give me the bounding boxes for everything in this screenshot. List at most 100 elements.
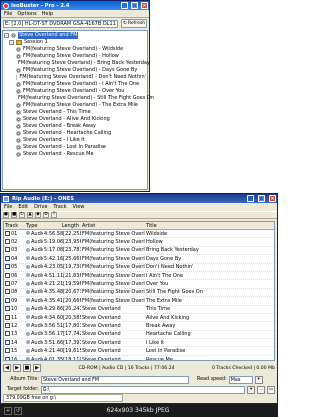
- track-checkbox[interactable]: [5, 247, 10, 253]
- table-row[interactable]: 10 Audio4:29.66[20,241]Steve Overland This…: [4, 306, 274, 314]
- menu-drive[interactable]: Drive: [34, 204, 47, 210]
- eject-icon[interactable]: ▲: [27, 212, 33, 218]
- help-icon[interactable]: ?: [51, 212, 57, 218]
- rip-titlebar[interactable]: Rip Audio (E:) - ONES _ □ ×: [1, 194, 277, 203]
- table-row[interactable]: 01 Audio4:56.58[22,258]FM(featuring Steve…: [4, 230, 274, 239]
- table-row[interactable]: 08 Audio4:35.48[20,673]FM(featuring Steve…: [4, 289, 274, 298]
- track-checkbox[interactable]: [5, 289, 10, 295]
- track-checkbox[interactable]: [5, 306, 10, 312]
- col-length[interactable]: Length: [43, 223, 81, 229]
- tree-track-node[interactable]: FM(featuring Steve Overland) - Don't Nee…: [4, 74, 146, 81]
- cddb-icon[interactable]: ◆: [35, 212, 41, 218]
- col-title[interactable]: Title: [145, 223, 207, 229]
- col-type[interactable]: Type: [25, 223, 43, 229]
- menu-options[interactable]: Options: [17, 11, 36, 17]
- minimize-button[interactable]: _: [247, 195, 254, 202]
- refresh-button[interactable]: ↻ Refresh: [121, 19, 147, 28]
- table-row[interactable]: 06 Audio4:51.11[21,836]FM(featuring Steve…: [4, 272, 274, 281]
- table-row[interactable]: 02 Audio5:19.06[23,956]FM(featuring Steve…: [4, 238, 274, 247]
- track-checkbox[interactable]: [5, 356, 10, 360]
- chevron-down-icon[interactable]: ▾: [254, 375, 263, 384]
- tree-node-session[interactable]: - Session 1: [4, 39, 146, 46]
- track-checkbox[interactable]: [5, 314, 10, 320]
- tree-track-node[interactable]: FM(featuring Steve Overland) - Wildside: [4, 46, 146, 53]
- menu-view[interactable]: View: [73, 204, 85, 210]
- isobuster-window: IsoBuster - Pro - 2.4 _ □ × File Options…: [0, 0, 154, 192]
- menu-help[interactable]: Help: [42, 11, 53, 17]
- maximize-button[interactable]: □: [131, 2, 138, 9]
- cell-title: Heartache Calling: [146, 331, 191, 338]
- tree-track-node[interactable]: Steve Overland - I Like It: [4, 137, 146, 144]
- track-checkbox[interactable]: [5, 339, 10, 345]
- zoom-icon[interactable]: +: [4, 406, 12, 415]
- table-row[interactable]: 15 Audio4:21.40[19,615]Steve Overland Lost…: [4, 347, 274, 356]
- close-button[interactable]: ×: [269, 195, 276, 202]
- track-checkbox[interactable]: [5, 255, 10, 261]
- close-button[interactable]: ×: [141, 2, 148, 9]
- track-checkbox[interactable]: [5, 297, 10, 303]
- tree-track-node[interactable]: Steve Overland - Heartache Calling: [4, 130, 146, 137]
- tree-track-node[interactable]: FM(featuring Steve Overland) - Still The…: [4, 95, 154, 102]
- tree-track-node[interactable]: FM(featuring Steve Overland) - Days Gone…: [4, 67, 146, 74]
- rotate-icon[interactable]: ↺: [14, 406, 22, 415]
- tree-track-node[interactable]: FM(featuring Steve Overland) - I Ain't T…: [4, 81, 146, 88]
- col-artist[interactable]: Artist: [81, 223, 145, 229]
- play-icon[interactable]: ▶: [13, 364, 21, 372]
- table-row[interactable]: 04 Audio5:42.16[25,666]FM(featuring Steve…: [4, 255, 274, 264]
- cell-title: Bring Back Yesterday: [146, 247, 199, 254]
- drive-select[interactable]: E: [2,0] HL-DT-ST DVDRAM GSA-4167B DL11: [3, 19, 118, 28]
- track-checkbox[interactable]: [5, 230, 10, 236]
- previous-icon[interactable]: ◀: [3, 364, 11, 372]
- table-row[interactable]: 14 Audio3:51.66[17,391]Steve Overland I Li…: [4, 339, 274, 348]
- table-row[interactable]: 07 Audio4:21.21[19,596]FM(featuring Steve…: [4, 280, 274, 289]
- folder-browse-icon[interactable]: …: [257, 385, 266, 394]
- track-checkbox[interactable]: [5, 264, 10, 270]
- tree-node-root[interactable]: - Steve Overland and FM: [4, 32, 146, 39]
- tree-track-node[interactable]: FM(featuring Steve Overland) - Over You: [4, 88, 146, 95]
- isobuster-titlebar[interactable]: IsoBuster - Pro - 2.4 _ □ ×: [1, 1, 149, 10]
- tree-track-node[interactable]: Steve Overland - Break Away: [4, 123, 146, 130]
- rip-icon[interactable]: ●: [3, 212, 9, 218]
- open-folder-icon[interactable]: ▭: [267, 385, 275, 394]
- menu-edit[interactable]: Edit: [18, 204, 28, 210]
- table-row[interactable]: 03 Audio5:17.08[23,783]FM(featuring Steve…: [4, 247, 274, 256]
- tree-track-node[interactable]: FM(featuring Steve Overland) - The Extra…: [4, 102, 146, 109]
- chevron-down-icon[interactable]: ▾: [247, 385, 256, 394]
- track-checkbox[interactable]: [5, 272, 10, 278]
- table-row[interactable]: 12 Audio3:56.51[17,801]Steve Overland Brea…: [4, 322, 274, 331]
- track-checkbox[interactable]: [5, 239, 10, 245]
- menu-file[interactable]: File: [4, 204, 12, 210]
- menu-track[interactable]: Track: [53, 204, 66, 210]
- table-row[interactable]: 13 Audio3:56.17[17,742]Steve Overland Hear…: [4, 331, 274, 340]
- tree-track-node[interactable]: Steve Overland - Rescue Me: [4, 151, 146, 158]
- read-speed-select[interactable]: Max: [228, 375, 253, 384]
- track-checkbox[interactable]: [5, 348, 10, 354]
- minimize-button[interactable]: _: [121, 2, 128, 9]
- cell-length: 3:56.17[17,742]: [44, 331, 81, 338]
- tree-track-node[interactable]: FM(featuring Steve Overland) - Bring Bac…: [4, 60, 150, 67]
- track-checkbox[interactable]: [5, 281, 10, 287]
- stop-icon[interactable]: ■: [23, 364, 31, 372]
- col-track[interactable]: Track: [4, 223, 25, 229]
- table-row[interactable]: 11 Audio4:34.60[20,585]Steve Overland Aliv…: [4, 314, 274, 323]
- settings-icon[interactable]: ⚙: [43, 212, 49, 218]
- menu-file[interactable]: File: [4, 11, 12, 17]
- refresh-icon[interactable]: ↻: [19, 212, 25, 218]
- maximize-button[interactable]: □: [258, 195, 265, 202]
- collapse-icon[interactable]: -: [4, 33, 9, 38]
- album-title-input[interactable]: Steve Overland and FM: [41, 375, 189, 384]
- tree-track-node[interactable]: Steve Overland - Lost In Paradise: [4, 144, 146, 151]
- collapse-icon[interactable]: -: [9, 40, 14, 45]
- target-folder-input[interactable]: G:\: [40, 385, 246, 394]
- cell-track: 16: [4, 356, 25, 360]
- track-checkbox[interactable]: [5, 322, 10, 328]
- table-row[interactable]: 09 Audio4:35.41[20,666]FM(featuring Steve…: [4, 297, 274, 306]
- table-row[interactable]: 16 Audio4:01.35[18,110]Steve Overland Resc…: [4, 356, 274, 360]
- table-row[interactable]: 05 Audio4:23.05[19,730]FM(featuring Steve…: [4, 264, 274, 272]
- stop-icon[interactable]: ■: [11, 212, 17, 218]
- tree-track-node[interactable]: FM(featuring Steve Overland) - Hollow: [4, 53, 146, 60]
- next-icon[interactable]: ▶: [33, 364, 41, 372]
- tree-track-node[interactable]: Steve Overland - Alive And Kicking: [4, 116, 146, 123]
- tree-track-node[interactable]: Steve Overland - This Time: [4, 109, 146, 116]
- track-checkbox[interactable]: [5, 331, 10, 337]
